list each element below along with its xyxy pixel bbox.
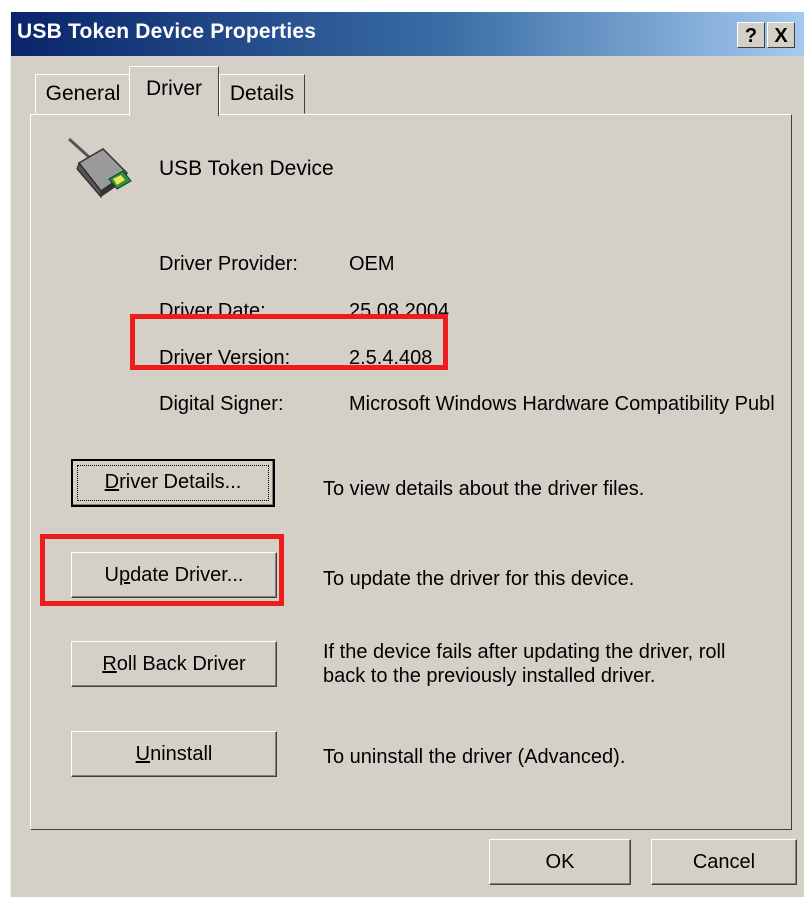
provider-label: Driver Provider: [159, 253, 298, 275]
device-name: USB Token Device [159, 157, 334, 180]
tab-general[interactable]: General [35, 74, 131, 114]
driver-version-highlight [130, 314, 448, 370]
tab-driver[interactable]: Driver [129, 66, 219, 116]
rollback-label: oll Back Driver [116, 653, 246, 675]
ok-button[interactable]: OK [489, 839, 631, 885]
update-driver-highlight [40, 534, 284, 606]
roll-back-driver-button[interactable]: Roll Back Driver [71, 641, 277, 687]
update-driver-description: To update the driver for this device. [323, 568, 635, 590]
uninstall-label: ninstall [150, 743, 213, 765]
signer-value: Microsoft Windows Hardware Compatibility… [349, 393, 775, 415]
tab-general-label: General [45, 82, 121, 105]
roll-back-description: If the device fails after updating the d… [323, 640, 725, 688]
cancel-button[interactable]: Cancel [651, 839, 797, 885]
provider-value: OEM [349, 253, 395, 275]
usb-token-icon [65, 135, 135, 206]
tab-details-label: Details [229, 82, 295, 105]
close-button[interactable]: X [767, 22, 795, 48]
uninstall-accel: U [135, 743, 151, 765]
focus-rect [77, 465, 269, 501]
tab-driver-label: Driver [146, 77, 202, 100]
signer-label: Digital Signer: [159, 393, 284, 415]
driver-details-button[interactable]: Driver Details... [71, 459, 275, 507]
rollback-accel: R [102, 653, 117, 675]
roll-back-description-line-1: If the device fails after updating the d… [323, 641, 726, 663]
uninstall-description: To uninstall the driver (Advanced). [323, 746, 626, 768]
window-title: USB Token Device Properties [17, 20, 317, 43]
driver-tab-panel: USB Token Device Driver Provider: OEM Dr… [30, 114, 792, 830]
properties-window: USB Token Device Properties ? X General … [10, 12, 804, 897]
roll-back-description-line-2: back to the previously installed driver. [323, 665, 656, 687]
tab-details[interactable]: Details [219, 74, 305, 114]
title-bar[interactable]: USB Token Device Properties ? X [11, 12, 804, 56]
uninstall-button[interactable]: Uninstall [71, 731, 277, 777]
driver-details-description: To view details about the driver files. [323, 478, 645, 500]
help-button[interactable]: ? [737, 22, 765, 48]
